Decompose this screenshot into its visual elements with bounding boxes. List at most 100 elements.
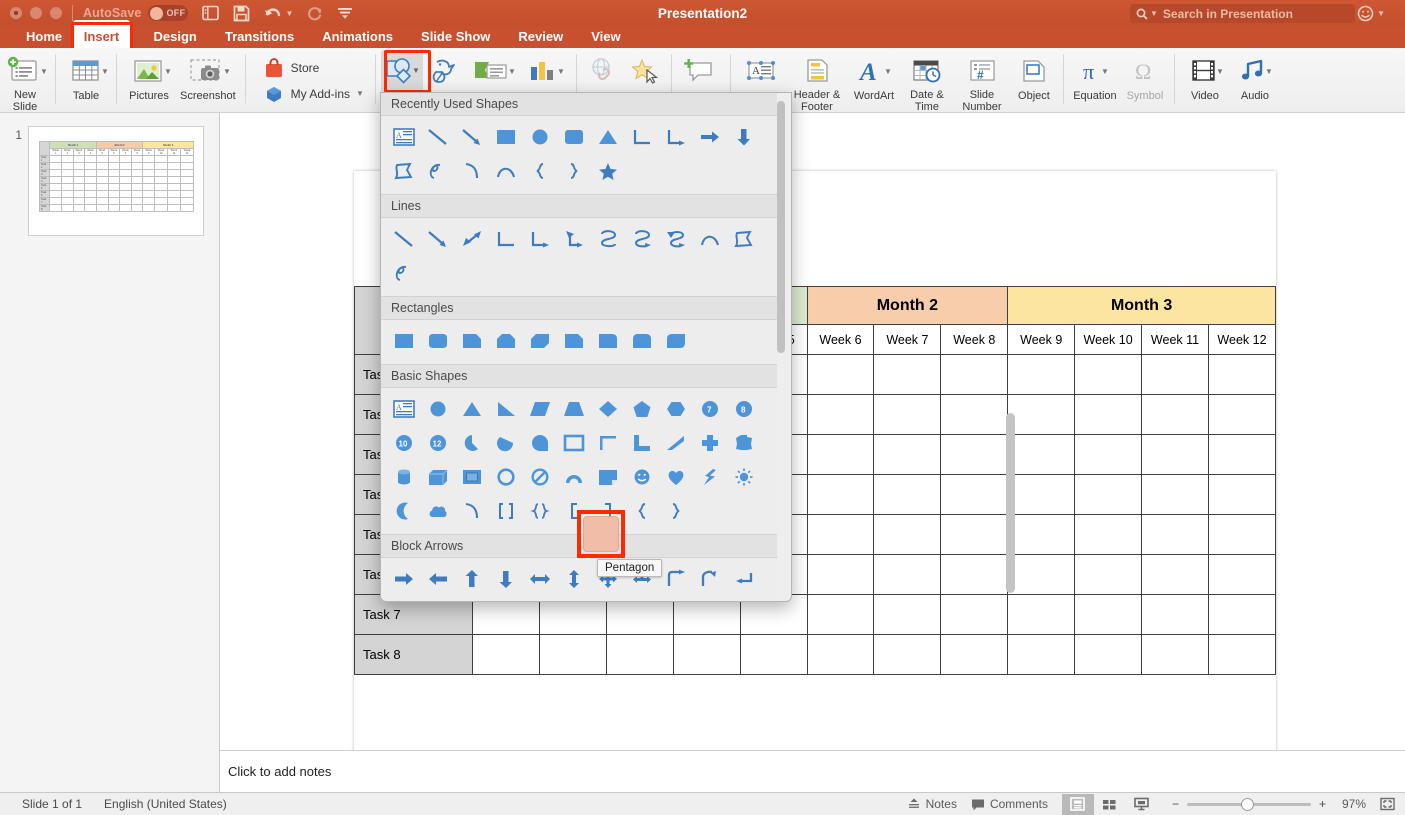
snip-diagonal-corner-rectangle-shape[interactable] — [523, 324, 557, 358]
left-brace-shape[interactable] — [625, 494, 659, 528]
pentagon-arrow-shape[interactable] — [625, 596, 659, 602]
notes-button[interactable]: Notes — [907, 797, 957, 811]
save-icon[interactable] — [233, 5, 250, 22]
octagon-shape[interactable]: 8 — [727, 392, 761, 426]
new-slide-button[interactable]: ▼ NewSlide — [0, 48, 50, 113]
star-5-point-shape[interactable] — [591, 154, 625, 188]
double-brace-shape[interactable] — [523, 494, 557, 528]
scrollbar-thumb[interactable] — [777, 101, 785, 353]
shape-group-block-arrows[interactable] — [381, 558, 777, 602]
undo-icon[interactable]: ▼ — [264, 6, 293, 21]
shape-group-lines[interactable] — [381, 218, 777, 296]
rectangle-shape[interactable] — [489, 120, 523, 154]
slide-number-button[interactable]: # SlideNumber — [954, 48, 1010, 113]
chevron-down-icon[interactable]: ▼ — [356, 89, 364, 98]
header-footer-button[interactable]: Header &Footer — [786, 48, 848, 113]
line-shape[interactable] — [421, 120, 455, 154]
tab-animations[interactable]: Animations — [308, 26, 407, 48]
scribble-shape[interactable] — [387, 256, 421, 290]
down-arrow-shape[interactable] — [489, 562, 523, 596]
screenshot-button[interactable]: ▼ Screenshot — [176, 48, 240, 113]
up-arrow-shape[interactable] — [455, 562, 489, 596]
heptagon-shape[interactable]: 7 — [693, 392, 727, 426]
half-frame-shape[interactable] — [591, 426, 625, 460]
chevron-shape[interactable] — [659, 596, 693, 602]
left-right-arrow-shape[interactable] — [523, 562, 557, 596]
line-arrow-shape[interactable] — [455, 120, 489, 154]
thumbnail-slide-1[interactable]: 1 Month 1 Month 2 Month 3 Week 1 Week 2 — [10, 126, 204, 236]
chord-shape[interactable] — [489, 426, 523, 460]
rectangle-shape[interactable] — [387, 324, 421, 358]
tab-review[interactable]: Review — [504, 26, 577, 48]
elbow-double-arrow-connector-shape[interactable] — [557, 222, 591, 256]
zoom-slider-handle[interactable] — [1241, 798, 1254, 811]
shapes-button[interactable]: ▼ — [381, 50, 423, 93]
line-double-arrow-shape[interactable] — [455, 222, 489, 256]
double-bracket-shape[interactable] — [489, 494, 523, 528]
snip-round-single-corner-rectangle-shape[interactable] — [557, 324, 591, 358]
window-controls[interactable] — [10, 7, 62, 19]
comments-button[interactable]: Comments — [971, 797, 1048, 811]
slide-area-scrollbar[interactable] — [1006, 413, 1015, 593]
oval-shape[interactable] — [523, 120, 557, 154]
sidebar-icon[interactable] — [202, 5, 219, 21]
slide-sorter-button[interactable] — [1094, 794, 1126, 815]
right-arrow-callout-shape[interactable] — [693, 596, 727, 602]
freeform-shape[interactable] — [727, 222, 761, 256]
rounded-rectangle-shape[interactable] — [421, 324, 455, 358]
my-addins-button[interactable]: My Add-ins ▼ — [257, 81, 370, 107]
notched-right-arrow-shape[interactable] — [591, 596, 625, 602]
tab-transitions[interactable]: Transitions — [211, 26, 308, 48]
arc-shape[interactable] — [489, 154, 523, 188]
freeform-shape[interactable] — [387, 154, 421, 188]
pictures-button[interactable]: ▼ Pictures — [122, 48, 176, 113]
striped-right-arrow-shape[interactable] — [557, 596, 591, 602]
chevron-down-icon[interactable]: ▼ — [285, 9, 293, 18]
tab-insert[interactable]: Insert — [73, 26, 130, 48]
left-circular-arrow-shape[interactable] — [421, 596, 455, 602]
store-button[interactable]: Store — [257, 55, 370, 81]
snip-same-side-corner-rectangle-shape[interactable] — [489, 324, 523, 358]
smiley-icon[interactable]: ▼ — [1357, 5, 1385, 22]
rounded-rectangle-shape[interactable] — [557, 120, 591, 154]
no-symbol-shape[interactable] — [523, 460, 557, 494]
table-button[interactable]: ▼ Table — [61, 48, 111, 113]
pentagon-shape[interactable] — [625, 392, 659, 426]
fit-to-window-button[interactable] — [1380, 797, 1395, 811]
dropdown-scrollbar[interactable] — [777, 101, 785, 595]
left-arrow-shape[interactable] — [421, 562, 455, 596]
line-shape[interactable] — [387, 222, 421, 256]
tab-home[interactable]: Home — [12, 26, 76, 48]
snip-single-corner-rectangle-shape[interactable] — [455, 324, 489, 358]
round-same-side-corner-rectangle-shape[interactable] — [625, 324, 659, 358]
slideshow-button[interactable] — [1126, 794, 1158, 815]
up-down-arrow-shape[interactable] — [557, 562, 591, 596]
circular-arrow-shape[interactable] — [455, 596, 489, 602]
down-arrow-callout-shape[interactable] — [727, 596, 761, 602]
elbow-connector-shape[interactable] — [489, 222, 523, 256]
curved-connector-shape[interactable] — [591, 222, 625, 256]
tab-design[interactable]: Design — [140, 26, 211, 48]
right-arrow-shape[interactable] — [387, 562, 421, 596]
cloud-shape[interactable] — [421, 494, 455, 528]
curved-right-arrow-shape[interactable] — [693, 562, 727, 596]
close-icon[interactable] — [10, 7, 22, 19]
hexagon-shape[interactable] — [659, 392, 693, 426]
heart-shape[interactable] — [659, 460, 693, 494]
left-brace-shape[interactable] — [523, 154, 557, 188]
teardrop-shape[interactable] — [523, 426, 557, 460]
notes-pane[interactable]: Click to add notes — [220, 750, 1405, 792]
smiley-face-shape[interactable] — [625, 460, 659, 494]
parallelogram-shape[interactable] — [523, 392, 557, 426]
shape-group-basic-shapes[interactable]: A 7 8 10 12 — [381, 388, 777, 534]
zoom-control[interactable]: − + 97% — [1172, 797, 1366, 811]
diagonal-stripe-shape[interactable] — [659, 426, 693, 460]
decagon-shape[interactable]: 10 — [387, 426, 421, 460]
curved-down-arrow-shape[interactable] — [523, 596, 557, 602]
elbow-arrow-connector-shape[interactable] — [659, 120, 693, 154]
curved-double-arrow-connector-shape[interactable] — [659, 222, 693, 256]
normal-view-button[interactable] — [1062, 794, 1094, 815]
elbow-arrow-connector-shape[interactable] — [523, 222, 557, 256]
language-label[interactable]: English (United States) — [104, 797, 227, 811]
round-single-corner-rectangle-shape[interactable] — [591, 324, 625, 358]
